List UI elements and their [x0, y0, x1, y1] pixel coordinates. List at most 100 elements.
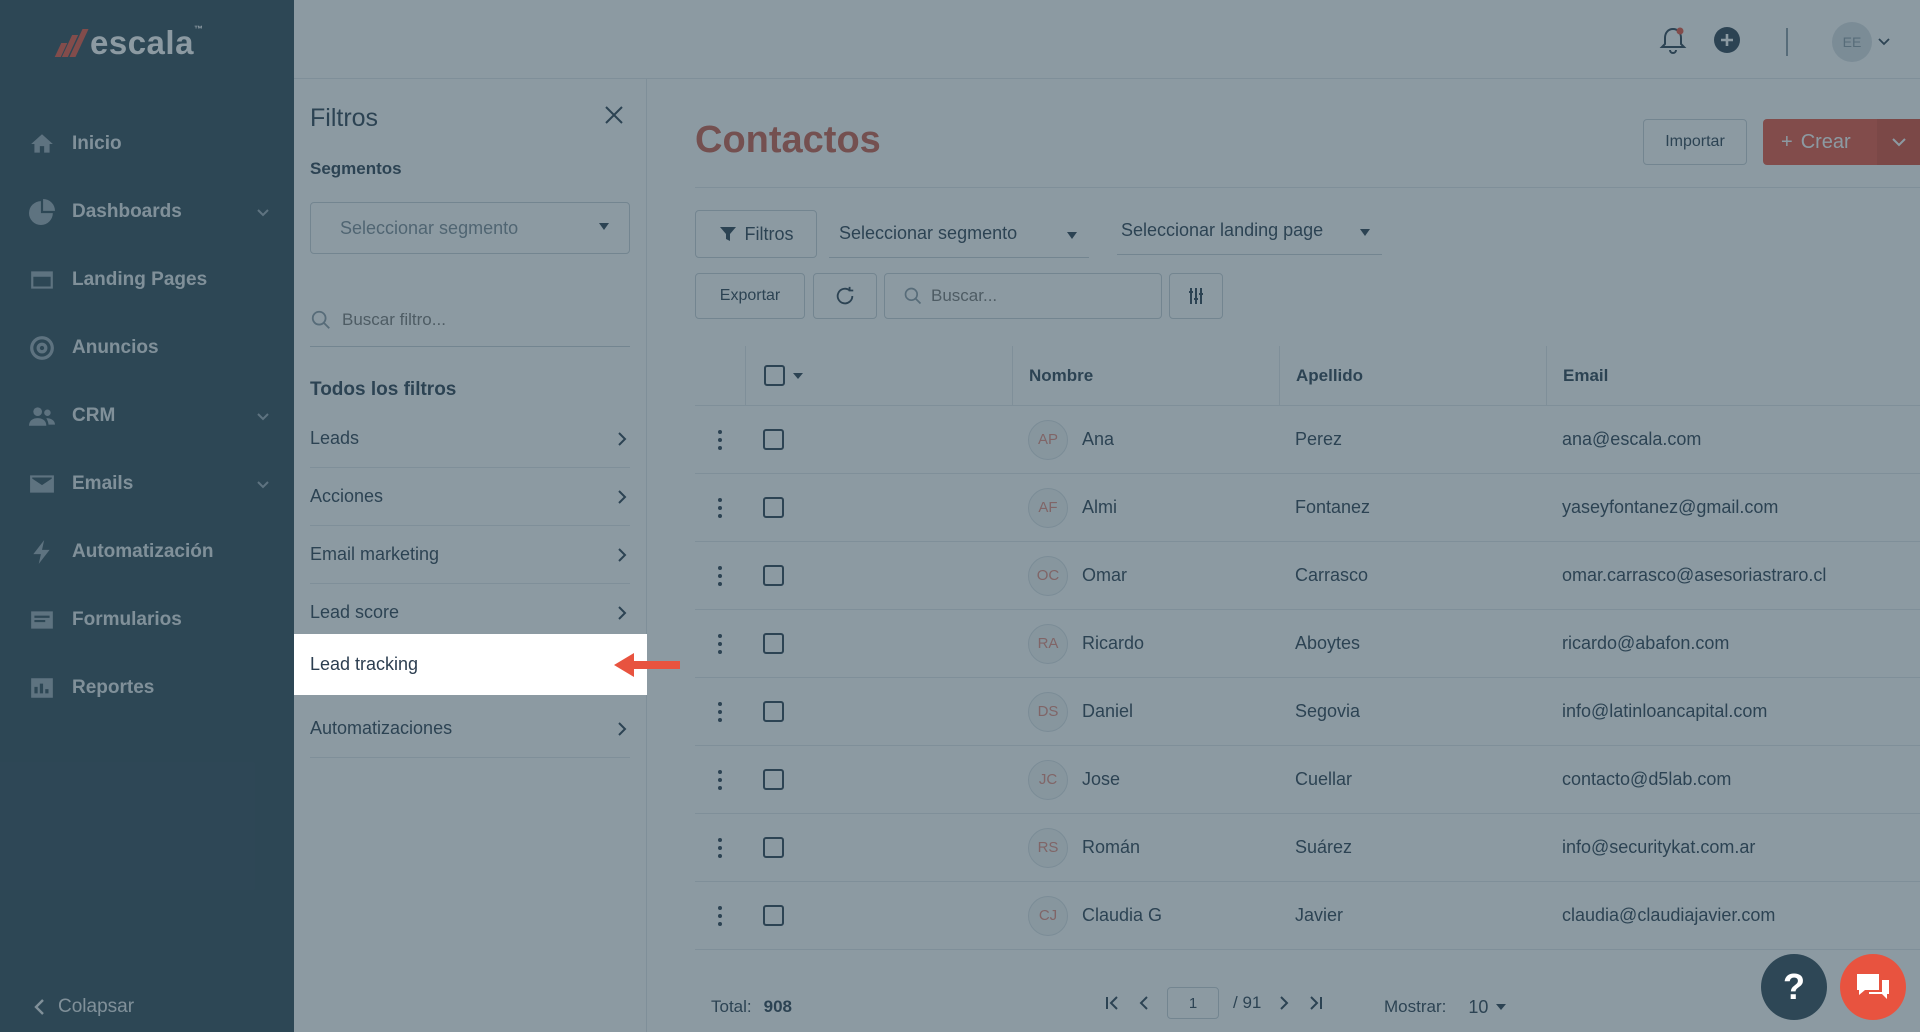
filter-item-leads[interactable]: Leads [310, 410, 630, 468]
help-button[interactable]: ? [1761, 954, 1827, 1020]
select-all-checkbox[interactable] [764, 365, 785, 386]
sidebar-item-label: Inicio [72, 133, 122, 154]
chevron-right-icon [618, 605, 627, 620]
next-page-icon[interactable] [1275, 994, 1293, 1012]
chevron-down-icon [1892, 138, 1906, 147]
logo-mark-icon [54, 29, 89, 57]
table-row[interactable]: JC Jose Cuellar contacto@d5lab.com [695, 746, 1920, 814]
row-checkbox[interactable] [763, 769, 784, 790]
email: omar.carrasco@asesoriastraro.cl [1562, 565, 1827, 585]
all-filters-label: Todos los filtros [310, 379, 457, 400]
user-menu[interactable]: EE [1832, 22, 1890, 62]
chevron-right-icon [618, 431, 627, 446]
row-menu-icon[interactable] [695, 837, 745, 859]
row-menu-icon[interactable] [695, 769, 745, 791]
email: claudia@claudiajavier.com [1562, 905, 1776, 925]
segment-select[interactable]: Seleccionar segmento [310, 202, 630, 254]
chat-button[interactable] [1840, 954, 1906, 1020]
row-checkbox[interactable] [763, 497, 784, 518]
column-header-apellido[interactable]: Apellido [1279, 346, 1546, 405]
sidebar-item-landing-pages[interactable]: Landing Pages [0, 246, 294, 314]
last-name: Javier [1295, 905, 1344, 925]
row-menu-icon[interactable] [695, 497, 745, 519]
first-page-icon[interactable] [1103, 994, 1121, 1012]
sidebar-item-crm[interactable]: CRM [0, 382, 294, 450]
row-menu-icon[interactable] [695, 633, 745, 655]
page-size-select[interactable]: 10 [1468, 997, 1507, 1018]
row-menu-icon[interactable] [695, 905, 745, 927]
table-row[interactable]: RA Ricardo Aboytes ricardo@abafon.com [695, 610, 1920, 678]
row-menu-icon[interactable] [695, 701, 745, 723]
first-name: Román [1082, 837, 1141, 857]
row-checkbox[interactable] [763, 633, 784, 654]
bell-icon[interactable] [1658, 25, 1688, 60]
export-button[interactable]: Exportar [695, 273, 805, 319]
sidebar-item-dashboards[interactable]: Dashboards [0, 178, 294, 246]
show-label: Mostrar: [1384, 997, 1447, 1016]
column-settings-button[interactable] [1169, 273, 1223, 319]
logo-text: escala™ [90, 24, 204, 61]
sidebar-item-automatizacion[interactable]: Automatización [0, 518, 294, 586]
chevron-down-icon [256, 477, 270, 491]
filter-item-email-marketing[interactable]: Email marketing [310, 526, 630, 584]
filter-item-automatizaciones[interactable]: Automatizaciones [310, 700, 630, 758]
last-name: Cuellar [1295, 769, 1353, 789]
sliders-icon [1189, 288, 1203, 304]
table-row[interactable]: OC Omar Carrasco omar.carrasco@asesoriast… [695, 542, 1920, 610]
table-row[interactable]: DS Daniel Segovia info@latinloancapital.c… [695, 678, 1920, 746]
chevron-down-icon [1878, 38, 1890, 46]
avatar: OC [1028, 555, 1068, 596]
row-menu-icon[interactable] [695, 565, 745, 587]
row-checkbox[interactable] [763, 565, 784, 586]
first-name: Omar [1082, 565, 1127, 585]
sidebar: escala™ Inicio Dashboards Landing Pages … [0, 0, 294, 1032]
column-header-email[interactable]: Email [1546, 346, 1920, 405]
segment-dropdown[interactable]: Seleccionar segmento [829, 210, 1089, 258]
home-icon [28, 130, 56, 158]
close-icon[interactable] [602, 103, 626, 127]
sidebar-nav: Inicio Dashboards Landing Pages Anuncios… [0, 110, 294, 722]
escala-logo[interactable]: escala™ [54, 24, 204, 62]
first-name: Almi [1082, 497, 1117, 517]
divider [1786, 28, 1788, 56]
collapse-button[interactable]: Colapsar [32, 996, 134, 1018]
last-name: Aboytes [1295, 633, 1361, 653]
row-checkbox[interactable] [763, 905, 784, 926]
sidebar-item-inicio[interactable]: Inicio [0, 110, 294, 178]
total-label: Total: [711, 997, 752, 1016]
page-input[interactable]: 1 [1167, 987, 1219, 1019]
sidebar-item-formularios[interactable]: Formularios [0, 586, 294, 654]
table-row[interactable]: CJ Claudia G Javier claudia@claudiajavier… [695, 882, 1920, 950]
import-button[interactable]: Importar [1643, 119, 1747, 165]
last-name: Suárez [1295, 837, 1353, 857]
column-header-nombre[interactable]: Nombre [1012, 346, 1279, 405]
create-dropdown-button[interactable] [1877, 119, 1920, 165]
filter-item-acciones[interactable]: Acciones [310, 468, 630, 526]
contacts-search-input[interactable] [931, 286, 1151, 306]
sidebar-item-emails[interactable]: Emails [0, 450, 294, 518]
segment-select-value: Seleccionar segmento [340, 217, 519, 238]
prev-page-icon[interactable] [1135, 994, 1153, 1012]
sidebar-item-reportes[interactable]: Reportes [0, 654, 294, 722]
filters-button[interactable]: Filtros [695, 210, 817, 258]
refresh-button[interactable] [813, 273, 877, 319]
filter-search-input[interactable] [342, 309, 612, 330]
row-menu-icon[interactable] [695, 429, 745, 451]
filter-item-lead-tracking[interactable]: Lead tracking [294, 634, 647, 695]
sidebar-item-anuncios[interactable]: Anuncios [0, 314, 294, 382]
table-row[interactable]: RS Román Suárez info@securitykat.com.ar [695, 814, 1920, 882]
segments-label: Segmentos [310, 159, 402, 178]
row-checkbox[interactable] [763, 701, 784, 722]
sidebar-item-label: Landing Pages [72, 269, 208, 290]
table-row[interactable]: AF Almi Fontanez yaseyfontanez@gmail.com [695, 474, 1920, 542]
last-page-icon[interactable] [1307, 994, 1325, 1012]
row-checkbox[interactable] [763, 837, 784, 858]
landing-page-dropdown[interactable]: Seleccionar landing page [1117, 207, 1382, 255]
table-row[interactable]: AP Ana Perez ana@escala.com [695, 406, 1920, 474]
row-checkbox[interactable] [763, 429, 784, 450]
filters-button-label: Filtros [744, 223, 794, 244]
main-area: EE Filtros Segmentos Seleccionar segment… [294, 0, 1920, 1032]
caret-down-icon[interactable] [793, 372, 803, 379]
add-circle-icon[interactable] [1712, 25, 1742, 60]
chevron-down-icon [256, 205, 270, 219]
